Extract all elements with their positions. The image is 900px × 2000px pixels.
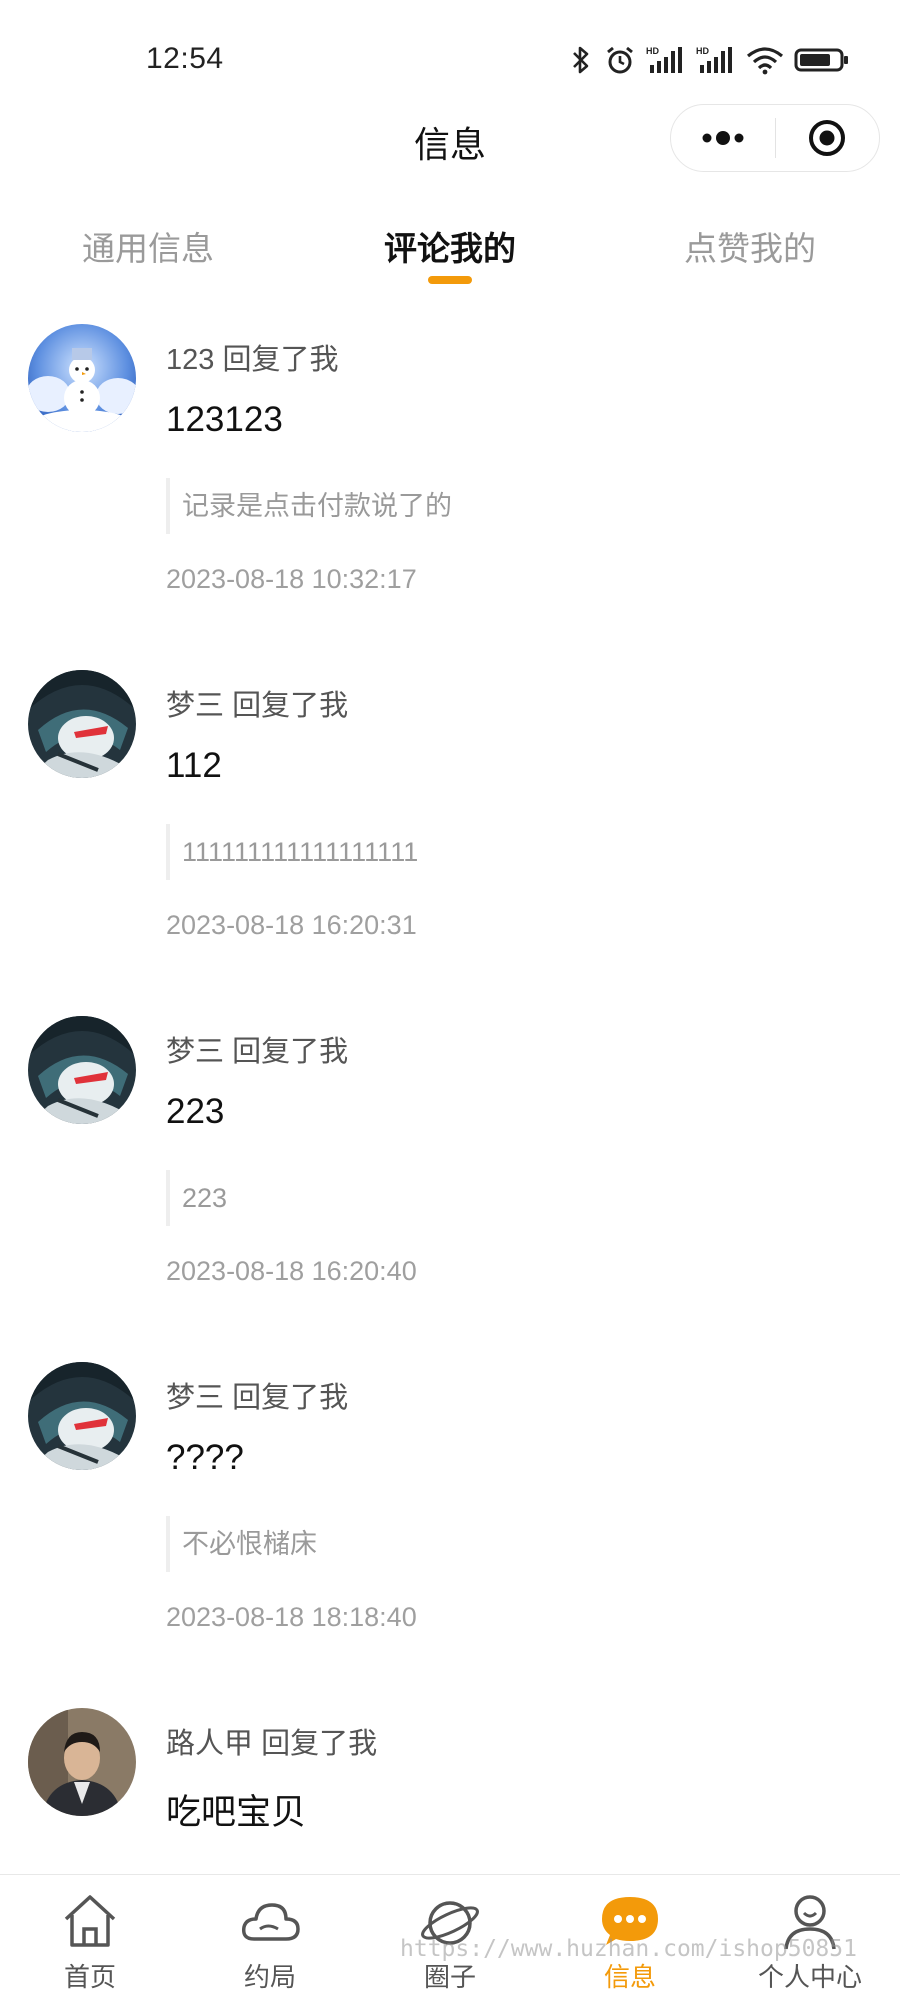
- status-time: 12:54: [146, 42, 224, 75]
- alarm-icon: [607, 46, 633, 74]
- tabbar-label: 约局: [243, 1962, 296, 1992]
- reply-action: 回复了我: [222, 344, 339, 376]
- reply-action: 回复了我: [232, 690, 349, 722]
- tabbar-item-home[interactable]: 首页: [0, 1875, 180, 2000]
- message-sender: 梦三 回复了我: [166, 1374, 348, 1416]
- sender-name: 梦三: [166, 1382, 225, 1414]
- tab-general-info[interactable]: 通用信息: [38, 222, 258, 270]
- signal-hd-1-icon: HD: [646, 46, 682, 73]
- tab-likes-on-me[interactable]: 点赞我的: [640, 222, 860, 270]
- message-time: 2023-08-18 18:18:40: [166, 1602, 417, 1632]
- wifi-icon: [746, 47, 784, 75]
- message-content: 223: [166, 1092, 225, 1131]
- more-dots-icon: [702, 131, 744, 145]
- svg-text:HD: HD: [696, 46, 709, 56]
- list-item[interactable]: 梦三 回复了我 ???? 不必恨槠床 2023-08-18 18:18:40: [0, 1356, 900, 1702]
- message-time: 2023-08-18 16:20:40: [166, 1256, 417, 1286]
- quoted-comment: 记录是点击付款说了的: [166, 478, 452, 534]
- sender-name: 梦三: [166, 1036, 225, 1068]
- message-sender: 梦三 回复了我: [166, 1028, 348, 1070]
- tab-bar: 通用信息 评论我的 点赞我的: [0, 212, 900, 292]
- tabbar-item-events[interactable]: 约局: [180, 1875, 360, 2000]
- anime-avatar[interactable]: [28, 670, 136, 778]
- active-tab-indicator: [428, 276, 472, 284]
- reply-action: 回复了我: [232, 1036, 349, 1068]
- sender-name: 123: [166, 344, 215, 376]
- status-bar: 12:54 HD HD: [0, 0, 900, 100]
- battery-icon: [794, 48, 848, 72]
- list-item[interactable]: 123 回复了我 123123 记录是点击付款说了的 2023-08-18 10…: [0, 318, 900, 664]
- message-content: 123123: [166, 400, 283, 439]
- tabbar-label: 首页: [63, 1962, 116, 1992]
- message-list: 123 回复了我 123123 记录是点击付款说了的 2023-08-18 10…: [0, 318, 900, 2000]
- list-item[interactable]: 梦三 回复了我 223 223 2023-08-18 16:20:40: [0, 1010, 900, 1356]
- tabbar-label: 圈子: [423, 1962, 476, 1992]
- status-icons: HD HD: [568, 44, 850, 76]
- message-content: ????: [166, 1438, 244, 1477]
- signal-hd-2-icon: HD: [696, 46, 732, 73]
- message-sender: 路人甲 回复了我: [166, 1720, 377, 1762]
- sender-name: 路人甲: [166, 1728, 254, 1760]
- message-sender: 梦三 回复了我: [166, 682, 348, 724]
- header: 信息: [0, 100, 900, 180]
- close-button[interactable]: [776, 105, 880, 171]
- message-time: 2023-08-18 16:20:31: [166, 910, 417, 940]
- mini-program-capsule: [670, 104, 880, 172]
- more-button[interactable]: [671, 105, 775, 171]
- reply-action: 回复了我: [232, 1382, 349, 1414]
- anime-avatar[interactable]: [28, 1362, 136, 1470]
- list-item[interactable]: 梦三 回复了我 112 111111111111111111 2023-08-1…: [0, 664, 900, 1010]
- quoted-comment: 111111111111111111: [166, 824, 418, 880]
- man-avatar[interactable]: [28, 1708, 136, 1816]
- message-content: 吃吧宝贝: [166, 1793, 307, 1832]
- svg-text:HD: HD: [646, 46, 659, 56]
- quoted-comment: 223: [166, 1170, 227, 1226]
- anime-avatar[interactable]: [28, 1016, 136, 1124]
- quoted-comment: 不必恨槠床: [166, 1516, 317, 1572]
- bluetooth-icon: [573, 46, 589, 74]
- message-content: 112: [166, 746, 222, 785]
- message-sender: 123 回复了我: [166, 336, 338, 378]
- target-close-icon: [809, 120, 846, 156]
- reply-action: 回复了我: [261, 1728, 378, 1760]
- sender-name: 梦三: [166, 690, 225, 722]
- tabbar-label: 信息: [603, 1962, 656, 1992]
- watermark-text: https://www.huzhan.com/ishop50851: [400, 1936, 857, 1962]
- snowman-avatar[interactable]: [28, 324, 136, 432]
- tabbar-label: 个人中心: [757, 1962, 862, 1992]
- home-icon: [64, 1895, 116, 1947]
- tab-comments-on-me[interactable]: 评论我的: [340, 222, 560, 270]
- cloud-icon: [241, 1903, 300, 1941]
- message-time: 2023-08-18 10:32:17: [166, 564, 417, 594]
